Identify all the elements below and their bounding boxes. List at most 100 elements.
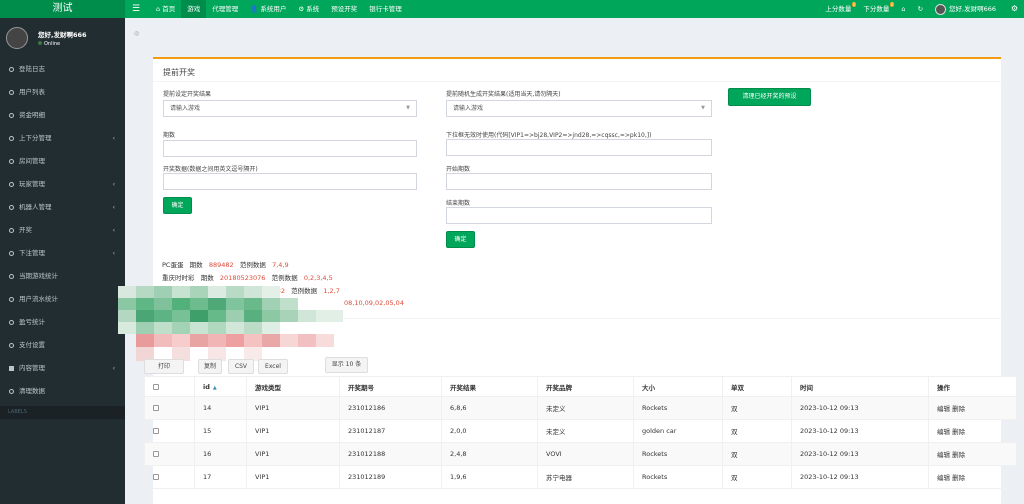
start-period-input[interactable] — [446, 173, 712, 190]
sidebar-item-rooms[interactable]: 房间管理 — [0, 150, 125, 173]
sidebar-item-bets[interactable]: 下注管理 ‹ — [0, 242, 125, 265]
chevron-left-icon: ‹ — [112, 365, 115, 372]
gear-icon[interactable]: ⚙ — [1011, 0, 1018, 18]
sidebar-item-user-list[interactable]: 用户列表 — [0, 81, 125, 104]
end-period-input[interactable] — [446, 207, 712, 224]
circle-icon — [9, 112, 14, 118]
refresh-icon[interactable]: ↻ — [912, 0, 929, 18]
cell-brand: VOVI — [537, 442, 634, 466]
chevron-left-icon: ‹ — [112, 204, 115, 211]
nav-down-points[interactable]: 下分数量 0 — [857, 0, 895, 18]
cell-time: 2023-10-12 09:13 — [791, 419, 929, 443]
cell-odd-even: 双 — [722, 419, 792, 443]
left-submit-button[interactable]: 确定 — [163, 197, 192, 214]
col-brand[interactable]: 开奖品牌 — [537, 376, 634, 397]
page-length-button[interactable]: 显示 10 条 — [325, 357, 368, 373]
grid-icon — [9, 365, 14, 371]
menu-toggle-icon[interactable]: ☰ — [132, 0, 140, 18]
right-game-select[interactable]: 请输入游戏 ▼ — [446, 100, 712, 117]
col-period[interactable]: 开奖期号 — [339, 376, 442, 397]
print-button[interactable]: 复制 — [198, 359, 222, 374]
period-input[interactable] — [163, 140, 417, 157]
draw-data-input[interactable] — [163, 173, 417, 190]
top-nav: ⌂ 首页 游戏 代理管理 👤 系统用户 ⚙ 系统 预设开奖 银行卡管理 — [150, 0, 408, 18]
code-input[interactable] — [446, 139, 712, 156]
nav-system[interactable]: ⚙ 系统 — [292, 0, 325, 18]
cell-actions[interactable]: 编辑 删除 — [928, 419, 1017, 443]
col-game-type[interactable]: 游戏类型 — [246, 376, 340, 397]
cell-actions[interactable]: 编辑 删除 — [928, 465, 1017, 489]
sidebar: 您好,发财啊666 Online 登陆日志 用户列表 资金明细 上下分管理 ‹ 房… — [0, 18, 125, 504]
cell-actions[interactable]: 编辑 删除 — [928, 396, 1017, 420]
home-icon[interactable]: ⌂ — [895, 0, 911, 18]
row-checkbox[interactable] — [153, 451, 159, 457]
cell-actions[interactable]: 编辑 删除 — [928, 442, 1017, 466]
circle-icon — [9, 89, 14, 95]
cell-id: 17 — [194, 465, 247, 489]
nav-up-points[interactable]: 上分数量 0 — [819, 0, 857, 18]
sidebar-item-profit-stats[interactable]: 盈亏统计 — [0, 311, 125, 334]
excel-button[interactable]: Excel — [258, 359, 288, 374]
user-menu[interactable]: 您好,发财啊666 — [929, 0, 1002, 18]
sidebar-item-draw[interactable]: 开奖 ‹ — [0, 219, 125, 242]
circle-icon — [9, 342, 14, 348]
row-checkbox[interactable] — [153, 474, 159, 480]
brand-logo[interactable]: 测试 — [0, 0, 125, 18]
col-time[interactable]: 时间 — [791, 376, 929, 397]
csv-button[interactable]: CSV — [228, 359, 254, 374]
right-submit-button[interactable]: 确定 — [446, 231, 475, 248]
labels-header: LABELS — [0, 406, 125, 419]
cell-game-type: VIP1 — [246, 419, 340, 443]
col-result[interactable]: 开奖结果 — [441, 376, 538, 397]
sidebar-item-points[interactable]: 上下分管理 ‹ — [0, 127, 125, 150]
down-points-badge: 0 — [889, 2, 895, 7]
sidebar-item-login-log[interactable]: 登陆日志 — [0, 58, 125, 81]
select-all-checkbox[interactable] — [153, 383, 159, 390]
circle-icon — [9, 388, 14, 394]
breadcrumb-icon[interactable]: ◎ — [134, 30, 139, 37]
sidebar-item-funds[interactable]: 资金明细 — [0, 104, 125, 127]
sidebar-item-robots[interactable]: 机器人管理 ‹ — [0, 196, 125, 219]
cell-size: Rockets — [633, 396, 723, 420]
cell-period: 231012187 — [339, 419, 442, 443]
nav-agent[interactable]: 代理管理 — [206, 0, 244, 18]
circle-icon — [9, 296, 14, 302]
circle-icon — [9, 181, 14, 187]
draw-data-label: 开奖数据(数据之间用英文逗号隔开) — [163, 166, 258, 173]
top-nav-right: 上分数量 0 下分数量 0 ⌂ ↻ 您好,发财啊666 — [819, 0, 1002, 18]
col-actions[interactable]: 操作 — [928, 376, 1017, 397]
nav-system-users[interactable]: 👤 系统用户 — [244, 0, 292, 18]
user-avatar — [6, 27, 28, 49]
sidebar-item-game-stats[interactable]: 当期游戏统计 — [0, 265, 125, 288]
left-game-select[interactable]: 请输入游戏 ▼ — [163, 100, 417, 117]
nav-preset-draw[interactable]: 预设开奖 — [325, 0, 363, 18]
col-id[interactable]: id ▲ — [194, 376, 247, 397]
sidebar-item-content[interactable]: 内容管理 ‹ — [0, 357, 125, 380]
preset-result-label: 提前设定开奖结果 — [163, 91, 212, 98]
col-size[interactable]: 大小 — [633, 376, 723, 397]
cell-result: 6,8,6 — [441, 396, 538, 420]
cell-game-type: VIP1 — [246, 465, 340, 489]
table-row: 15 VIP1 231012187 2,0,0 未定义 golden car 双… — [144, 419, 1017, 443]
table-row: 17 VIP1 231012189 1,9,6 苏宁电器 Rockets 双 2… — [144, 465, 1017, 489]
col-odd-even[interactable]: 单双 — [722, 376, 792, 397]
sidebar-item-clear-data[interactable]: 清理数据 — [0, 380, 125, 403]
clear-preset-button[interactable]: 清理已经开奖的预设 — [728, 88, 811, 106]
nav-game[interactable]: 游戏 — [181, 0, 207, 18]
sidebar-item-payment[interactable]: 支付设置 — [0, 334, 125, 357]
avatar — [935, 3, 947, 15]
cell-odd-even: 双 — [722, 442, 792, 466]
circle-icon — [9, 158, 14, 164]
draw-results-table: id ▲ 游戏类型 开奖期号 开奖结果 开奖品牌 大小 单双 时间 操作 14 V… — [144, 376, 1017, 489]
row-checkbox[interactable] — [153, 428, 159, 434]
nav-home[interactable]: ⌂ 首页 — [150, 0, 181, 18]
nav-bank-cards[interactable]: 银行卡管理 — [363, 0, 408, 18]
chevron-left-icon: ‹ — [112, 227, 115, 234]
sidebar-item-flow-stats[interactable]: 用户流水统计 — [0, 288, 125, 311]
row-checkbox[interactable] — [153, 405, 159, 411]
sidebar-item-players[interactable]: 玩家管理 ‹ — [0, 173, 125, 196]
copy-button[interactable]: 打印 — [144, 359, 184, 374]
cell-result: 2,0,0 — [441, 419, 538, 443]
divider — [153, 81, 1001, 82]
info-line-4: 08,10,09,02,05,04 — [344, 299, 404, 307]
